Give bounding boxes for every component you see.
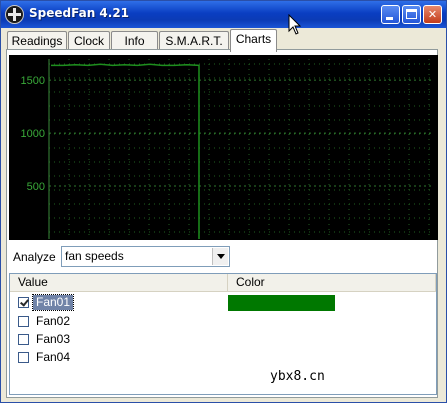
tab-readings[interactable]: Readings xyxy=(7,31,67,51)
list-header: Value Color xyxy=(10,274,436,292)
tab-clock[interactable]: Clock xyxy=(68,31,110,51)
tab-charts[interactable]: Charts xyxy=(230,29,277,52)
list-item-label: Fan03 xyxy=(36,332,71,346)
fan03-checkbox[interactable] xyxy=(18,334,29,345)
maximize-icon xyxy=(406,9,417,19)
analyze-label: Analyze xyxy=(13,250,56,264)
fan04-checkbox[interactable] xyxy=(18,352,29,363)
list-item-label: Fan02 xyxy=(36,314,71,328)
series-list: Value Color Fan01 Fan02 Fan03 Fan04 xyxy=(9,273,437,395)
title-bar[interactable]: SpeedFan 4.21 ✕ xyxy=(1,1,446,28)
y-tick-label: 1500 xyxy=(21,75,45,87)
analyze-select-value: fan speeds xyxy=(65,249,124,263)
column-header-color[interactable]: Color xyxy=(228,274,436,291)
chevron-down-icon[interactable] xyxy=(212,248,228,265)
watermark-text: ybx8.cn xyxy=(270,369,325,384)
list-item-label: Fan04 xyxy=(36,350,71,364)
column-header-value[interactable]: Value xyxy=(10,274,228,291)
y-tick-label: 1000 xyxy=(21,128,45,140)
fan02-checkbox[interactable] xyxy=(18,316,29,327)
close-icon: ✕ xyxy=(427,8,438,21)
chart-svg: 1500 1000 500 xyxy=(21,59,433,239)
speedfan-fan-icon[interactable] xyxy=(5,5,24,24)
maximize-button[interactable] xyxy=(402,5,421,24)
y-tick-label: 500 xyxy=(27,181,45,193)
tab-smart[interactable]: S.M.A.R.T. xyxy=(159,31,229,51)
minimize-button[interactable] xyxy=(381,5,400,24)
close-button[interactable]: ✕ xyxy=(423,5,442,24)
fan01-checkbox[interactable] xyxy=(18,297,29,308)
list-item-label: Fan01 xyxy=(31,294,75,311)
minimize-icon xyxy=(386,17,393,20)
fan01-color-swatch[interactable] xyxy=(228,295,335,311)
tab-info[interactable]: Info xyxy=(111,31,158,51)
fan-speed-chart: 1500 1000 500 xyxy=(9,55,438,240)
window-title: SpeedFan 4.21 xyxy=(29,6,130,20)
mouse-cursor-icon xyxy=(288,14,302,35)
analyze-select[interactable]: fan speeds xyxy=(61,246,230,267)
fan01-series-line xyxy=(51,63,200,239)
